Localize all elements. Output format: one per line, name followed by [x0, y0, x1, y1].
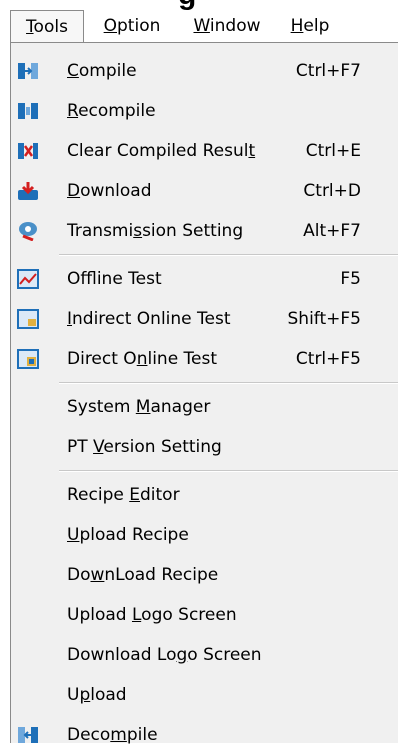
menu-item-system-manager[interactable]: System Manager [11, 387, 398, 427]
download-icon [17, 181, 39, 201]
menu-bar: Tools Option Window Help [0, 10, 398, 44]
menu-item-indirect-online-test[interactable]: Indirect Online Test Shift+F5 [11, 299, 398, 339]
menu-item-label: Deco [67, 725, 111, 745]
menu-item-label: U [67, 685, 80, 705]
accel-key: M [135, 397, 151, 417]
tools-dropdown-menu: Compile Ctrl+F7 Recompile Clear Compiled… [10, 42, 398, 745]
menu-item-label: System [67, 397, 136, 417]
menu-help[interactable]: Help [282, 10, 338, 43]
indirect-online-test-icon [17, 309, 39, 329]
menu-item-shortcut: Shift+F5 [287, 309, 361, 329]
accel-key: L [131, 605, 142, 625]
accel-key: U [67, 525, 80, 545]
accel-key: m [110, 725, 127, 745]
menu-item-label: ompile [78, 61, 137, 81]
menu-item-clear-compiled-result[interactable]: Clear Compiled Result Ctrl+E [11, 131, 398, 171]
transmission-icon [17, 221, 39, 242]
menu-separator [59, 382, 398, 384]
accel-key: V [93, 437, 104, 457]
menu-separator [59, 470, 398, 472]
accel-key: w [90, 565, 105, 585]
offline-test-icon [17, 269, 39, 289]
menu-item-shortcut: Ctrl+F5 [295, 349, 361, 369]
decompile-icon [17, 725, 39, 745]
menu-item-label: Direct O [67, 349, 137, 369]
menu-item-label: Upload [67, 605, 132, 625]
menu-item-label: Download Lo [67, 645, 177, 665]
menu-item-download-logo-screen[interactable]: Download Logo Screen [11, 635, 398, 675]
menu-item-shortcut: Ctrl+D [303, 181, 361, 201]
menu-item-label: PT [67, 437, 94, 457]
cropped-heading-fragment: g [178, 0, 196, 10]
menu-item-offline-test[interactable]: Offline Test F5 [11, 259, 398, 299]
clear-compiled-icon [17, 141, 39, 161]
menu-tools-label: ools [33, 17, 68, 37]
menu-item-direct-online-test[interactable]: Direct Online Test Ctrl+F5 [11, 339, 398, 379]
menu-item-label: Recipe [67, 485, 130, 505]
menu-item-shortcut: Ctrl+F7 [295, 61, 361, 81]
accel-key: p [79, 685, 91, 705]
menu-item-shortcut: Ctrl+E [305, 141, 361, 161]
accel-key: C [67, 61, 79, 81]
menu-option-label: ption [117, 16, 161, 36]
menu-item-pt-version-setting[interactable]: PT Version Setting [11, 427, 398, 467]
menu-item-label: pload Recipe [79, 525, 189, 545]
accel-key: R [67, 101, 79, 121]
menu-window-label: indow [209, 16, 261, 36]
accel-key: s [133, 221, 143, 241]
menu-item-label: Offline Test [67, 269, 162, 289]
menu-item-shortcut: F5 [340, 269, 361, 289]
menu-item-upload-recipe[interactable]: Upload Recipe [11, 515, 398, 555]
menu-item-label: ownload [80, 181, 152, 201]
menu-item-label: ecompile [78, 101, 156, 121]
menu-separator [59, 254, 398, 256]
menu-item-upload-logo-screen[interactable]: Upload Logo Screen [11, 595, 398, 635]
menu-item-decompile[interactable]: Decompile [11, 715, 398, 755]
menu-item-label: ndirect Online Test [72, 309, 231, 329]
menu-item-label: Clear Compiled Resul [67, 141, 249, 161]
menu-option[interactable]: Option [92, 10, 172, 43]
menu-tools-accel: T [26, 17, 34, 37]
accel-key: g [176, 645, 188, 665]
menu-item-label: Do [67, 565, 91, 585]
menu-item-upload[interactable]: Upload [11, 675, 398, 715]
menu-item-label: Transmi [67, 221, 134, 241]
menu-item-recompile[interactable]: Recompile [11, 91, 398, 131]
accel-key: D [67, 181, 81, 201]
menu-item-download-recipe[interactable]: DownLoad Recipe [11, 555, 398, 595]
menu-item-compile[interactable]: Compile Ctrl+F7 [11, 51, 398, 91]
compile-icon [17, 61, 39, 81]
direct-online-test-icon [17, 349, 39, 369]
menu-help-label: elp [303, 16, 330, 36]
menu-window-accel: W [193, 16, 210, 36]
menu-item-download[interactable]: Download Ctrl+D [11, 171, 398, 211]
menu-tools[interactable]: Tools [10, 10, 84, 43]
menu-item-transmission-setting[interactable]: Transmission Setting Alt+F7 [11, 211, 398, 251]
menu-item-recipe-editor[interactable]: Recipe Editor [11, 475, 398, 515]
menu-window[interactable]: Window [182, 10, 272, 43]
accel-key: E [129, 485, 140, 505]
accel-key: n [136, 349, 148, 369]
menu-item-shortcut: Alt+F7 [303, 221, 361, 241]
recompile-icon [17, 101, 39, 121]
accel-key: t [248, 141, 256, 161]
menu-help-accel: H [290, 16, 304, 36]
menu-option-accel: O [103, 16, 118, 36]
